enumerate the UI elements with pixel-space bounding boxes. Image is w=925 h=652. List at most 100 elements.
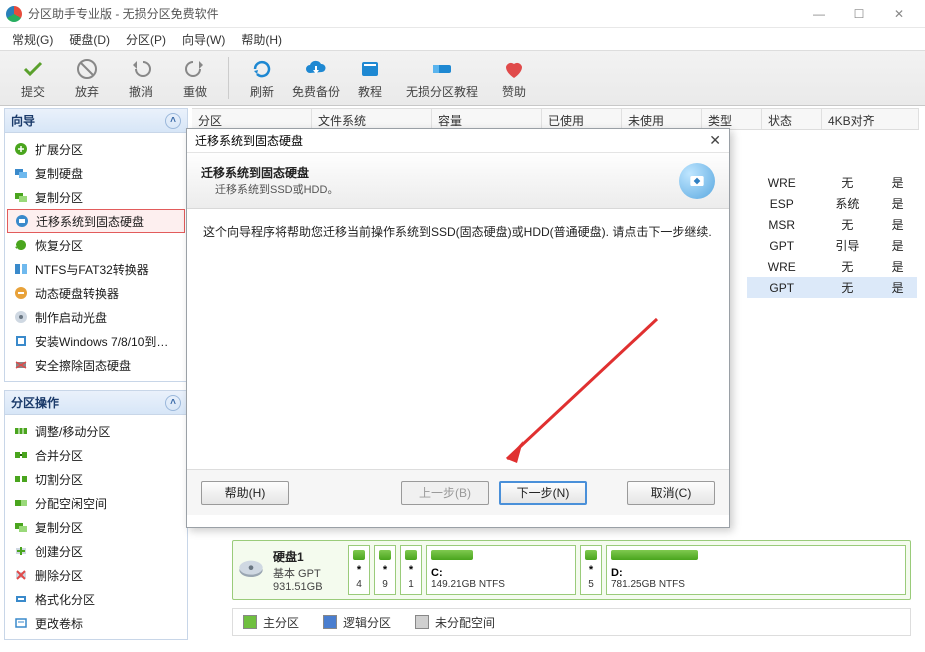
menu-disk[interactable]: 硬盘(D) (61, 31, 118, 48)
lossless-tutorial-button[interactable]: 无损分区教程 (397, 53, 487, 103)
lossless-label: 无损分区教程 (406, 83, 478, 100)
wizard-item-icon (13, 237, 29, 253)
refresh-label: 刷新 (250, 83, 274, 100)
partitions-container: *4*9*1C:149.21GB NTFS*5D:781.25GB NTFS (348, 545, 906, 595)
cloud-download-icon (304, 57, 328, 81)
table-row[interactable]: GPT引导是 (747, 235, 917, 256)
discard-button[interactable]: 放弃 (60, 53, 114, 103)
menubar: 常规(G) 硬盘(D) 分区(P) 向导(W) 帮助(H) (0, 28, 925, 50)
col-unused[interactable]: 未使用 (622, 109, 702, 129)
sidebar-ops-item[interactable]: 切割分区 (7, 467, 185, 491)
sidebar-ops-item[interactable]: 合并分区 (7, 443, 185, 467)
legend: 主分区 逻辑分区 未分配空间 (232, 608, 911, 636)
tutorial-label: 教程 (358, 83, 382, 100)
sidebar-ops-item[interactable]: 格式化分区 (7, 587, 185, 611)
sidebar-wizard-item[interactable]: 安装Windows 7/8/10到… (7, 329, 185, 353)
sidebar-wizard-item[interactable]: NTFS与FAT32转换器 (7, 257, 185, 281)
sidebar-ops-item[interactable]: 更改卷标 (7, 611, 185, 635)
tutorial-button[interactable]: 教程 (343, 53, 397, 103)
partition-bar-icon (431, 550, 473, 560)
swatch-green-icon (243, 615, 257, 629)
table-row[interactable]: WRE无是 (747, 172, 917, 193)
minimize-button[interactable]: — (799, 0, 839, 28)
wizard-item-icon (13, 261, 29, 277)
swatch-grey-icon (415, 615, 429, 629)
sidebar-wizard-item[interactable]: 恢复分区 (7, 233, 185, 257)
sidebar-ops-item[interactable]: 创建分区 (7, 539, 185, 563)
maximize-button[interactable]: ☐ (839, 0, 879, 28)
sidebar-ops-item[interactable]: 调整/移动分区 (7, 419, 185, 443)
sidebar-item-label: NTFS与FAT32转换器 (35, 261, 149, 278)
sidebar-item-label: 创建分区 (35, 543, 83, 560)
col-align[interactable]: 4KB对齐 (822, 109, 919, 129)
help-button[interactable]: 帮助(H) (201, 481, 289, 505)
partition-block[interactable]: D:781.25GB NTFS (606, 545, 906, 595)
sidebar-ops-item[interactable]: 删除分区 (7, 563, 185, 587)
wizard-title: 向导 (11, 112, 35, 129)
cancel-button[interactable]: 取消(C) (627, 481, 715, 505)
undo-button[interactable]: 撤消 (114, 53, 168, 103)
sidebar-wizard-item[interactable]: 复制硬盘 (7, 161, 185, 185)
donate-button[interactable]: 赞助 (487, 53, 541, 103)
commit-button[interactable]: 提交 (6, 53, 60, 103)
col-type[interactable]: 类型 (702, 109, 762, 129)
ops-item-icon (13, 567, 29, 583)
sidebar-wizard-item[interactable]: 动态硬盘转换器 (7, 281, 185, 305)
sidebar-ops-item[interactable]: 复制分区 (7, 515, 185, 539)
col-capacity[interactable]: 容量 (432, 109, 542, 129)
sidebar-wizard-item[interactable]: 复制分区 (7, 185, 185, 209)
sidebar-item-label: 更改卷标 (35, 615, 83, 632)
col-status[interactable]: 状态 (762, 109, 822, 129)
partition-block[interactable]: *4 (348, 545, 370, 595)
toolbar: 提交 放弃 撤消 重做 刷新 免费备份 教程 无损分区教程 赞助 (0, 50, 925, 106)
menu-partition[interactable]: 分区(P) (118, 31, 174, 48)
ssd-icon (679, 163, 715, 199)
menu-general[interactable]: 常规(G) (4, 31, 61, 48)
disk-size: 931.51GB (273, 581, 340, 593)
sidebar-item-label: 分配空闲空间 (35, 495, 107, 512)
sidebar-wizard-item[interactable]: 扩展分区 (7, 137, 185, 161)
partition-block[interactable]: *9 (374, 545, 396, 595)
refresh-button[interactable]: 刷新 (235, 53, 289, 103)
sidebar-wizard-item[interactable]: 迁移系统到固态硬盘 (7, 209, 185, 233)
prev-button: 上一步(B) (401, 481, 489, 505)
sidebar-wizard-item[interactable]: 制作启动光盘 (7, 305, 185, 329)
sidebar-item-label: 迁移系统到固态硬盘 (36, 213, 144, 230)
col-fs[interactable]: 文件系统 (312, 109, 432, 129)
col-used[interactable]: 已使用 (542, 109, 622, 129)
menu-wizard[interactable]: 向导(W) (174, 31, 233, 48)
menu-help[interactable]: 帮助(H) (233, 31, 290, 48)
partition-block[interactable]: C:149.21GB NTFS (426, 545, 576, 595)
sidebar-wizard-item[interactable]: 安全擦除固态硬盘 (7, 353, 185, 377)
disk-panel[interactable]: 硬盘1 基本 GPT 931.51GB *4*9*1C:149.21GB NTF… (232, 540, 911, 600)
sidebar-ops-item[interactable]: 分配空闲空间 (7, 491, 185, 515)
wizard-item-icon (13, 165, 29, 181)
next-button[interactable]: 下一步(N) (499, 481, 587, 505)
ops-panel-header[interactable]: 分区操作 ˄ (5, 391, 187, 415)
dialog-close-button[interactable]: ✕ (709, 132, 721, 149)
table-row[interactable]: MSR无是 (747, 214, 917, 235)
partition-block[interactable]: *5 (580, 545, 602, 595)
wizard-panel-header[interactable]: 向导 ˄ (5, 109, 187, 133)
partition-block[interactable]: *1 (400, 545, 422, 595)
redo-button[interactable]: 重做 (168, 53, 222, 103)
sidebar-item-label: 切割分区 (35, 471, 83, 488)
swatch-blue-icon (323, 615, 337, 629)
migrate-dialog: 迁移系统到固态硬盘 ✕ 迁移系统到固态硬盘 迁移系统到SSD或HDD。 这个向导… (186, 128, 730, 528)
backup-button[interactable]: 免费备份 (289, 53, 343, 103)
legend-unalloc: 未分配空间 (415, 614, 495, 631)
ops-item-icon (13, 519, 29, 535)
ops-item-icon (13, 495, 29, 511)
partition-bar-icon (379, 550, 391, 560)
wizard-list: 扩展分区复制硬盘复制分区迁移系统到固态硬盘恢复分区 NTFS与FAT32转换器动态… (5, 133, 187, 381)
commit-label: 提交 (21, 83, 45, 100)
ops-item-icon (13, 591, 29, 607)
columns-header: 分区 文件系统 容量 已使用 未使用 类型 状态 4KB对齐 (192, 108, 919, 130)
col-partition[interactable]: 分区 (192, 109, 312, 129)
table-row[interactable]: WRE无是 (747, 256, 917, 277)
discard-label: 放弃 (75, 83, 99, 100)
table-row[interactable]: ESP系统是 (747, 193, 917, 214)
chevron-up-icon: ˄ (165, 395, 181, 411)
close-button[interactable]: ✕ (879, 0, 919, 28)
table-row[interactable]: GPT无是 (747, 277, 917, 298)
